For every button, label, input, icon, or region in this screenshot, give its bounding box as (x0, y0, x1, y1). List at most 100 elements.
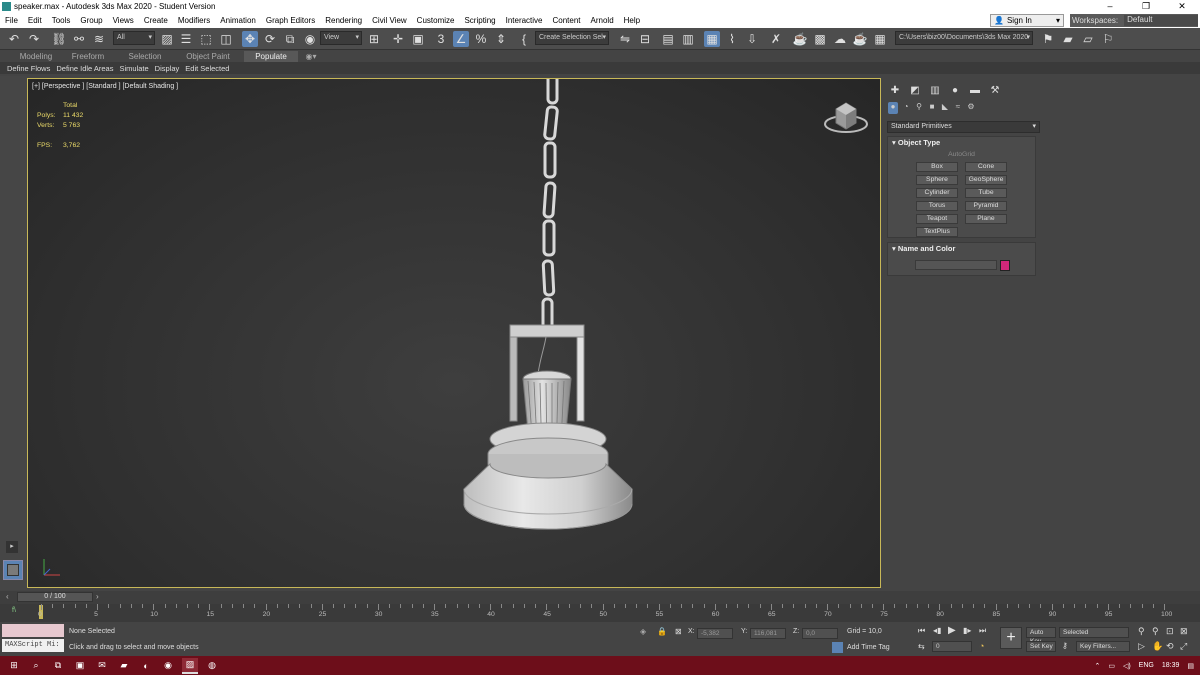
create-tab-icon[interactable]: ✚ (888, 84, 902, 98)
redo-icon[interactable]: ↷ (26, 31, 42, 47)
link-icon[interactable]: ⛓ (51, 31, 67, 47)
menu-rendering[interactable]: Rendering (320, 16, 367, 25)
task-view-icon[interactable]: ⧉ (50, 658, 66, 674)
sphere-button[interactable]: Sphere (916, 175, 958, 185)
previous-frame-icon[interactable]: ◂▮ (933, 626, 941, 635)
set-key-big-button[interactable]: + (1000, 627, 1022, 649)
open-folder-icon[interactable]: ▰ (1060, 31, 1076, 47)
menu-graph-editors[interactable]: Graph Editors (261, 16, 320, 25)
menu-arnold[interactable]: Arnold (586, 16, 619, 25)
menu-file[interactable]: File (0, 16, 23, 25)
maxscript-mini-listener[interactable]: MAXScript Mi: (2, 639, 64, 652)
pyramid-button[interactable]: Pyramid (965, 201, 1007, 211)
menu-edit[interactable]: Edit (23, 16, 47, 25)
sign-in-dropdown[interactable]: 👤 Sign In ▾ (990, 14, 1064, 27)
current-frame-field[interactable]: 0 (932, 641, 972, 652)
viewport-label[interactable]: [+] [Perspective ] [Standard ] [Default … (32, 83, 178, 90)
menu-civil-view[interactable]: Civil View (367, 16, 412, 25)
lamp-model[interactable] (448, 79, 648, 549)
object-type-title[interactable]: Object Type (888, 137, 1035, 149)
menu-views[interactable]: Views (108, 16, 139, 25)
rectangular-selection-icon[interactable]: ⬚ (198, 31, 214, 47)
render-online-icon[interactable]: ▦ (872, 31, 888, 47)
torus-button[interactable]: Torus (916, 201, 958, 211)
language-indicator[interactable]: ENG (1139, 662, 1154, 669)
key-mode-toggle-icon[interactable]: ⚷ (1062, 641, 1068, 650)
geosphere-button[interactable]: GeoSphere (965, 175, 1007, 185)
reference-coordinate-dropdown[interactable]: View (320, 31, 362, 45)
ribbon-toggle-icon[interactable]: ▦ (704, 31, 720, 47)
mini-curve-editor-icon[interactable]: f\ (12, 607, 16, 614)
utilities-tab-icon[interactable]: ⚒ (988, 84, 1002, 98)
edit-selected-button[interactable]: Edit Selected (185, 64, 229, 73)
time-slider-thumb[interactable]: 0 / 100 (17, 592, 93, 602)
notifications-icon[interactable]: ▤ (1187, 662, 1194, 670)
select-and-rotate-icon[interactable]: ⟳ (262, 31, 278, 47)
pivot-center-icon[interactable]: ⊞ (366, 31, 382, 47)
hierarchy-tab-icon[interactable]: ▥ (928, 84, 942, 98)
unlink-icon[interactable]: ⚯ (71, 31, 87, 47)
zoom-extents-icon[interactable]: ⊡ (1166, 626, 1174, 637)
time-config-icon[interactable]: ◔ (979, 641, 984, 651)
define-flows-button[interactable]: Define Flows (7, 64, 50, 73)
workspace-selector[interactable]: Workspaces: Default (1070, 14, 1198, 27)
isolate-selection-icon[interactable]: ◈ (640, 627, 646, 636)
next-frame-button-icon[interactable]: ▮▸ (963, 626, 971, 635)
modify-tab-icon[interactable]: ◩ (908, 84, 922, 98)
lights-icon[interactable]: ⚲ (914, 102, 924, 114)
next-frame-icon[interactable]: › (96, 592, 99, 601)
snaps-toggle-icon[interactable]: 3 (433, 31, 449, 47)
perspective-viewport[interactable]: [+] [Perspective ] [Standard ] [Default … (27, 78, 881, 588)
window-crossing-icon[interactable]: ◫ (218, 31, 234, 47)
steam-icon[interactable]: ◐ (138, 658, 154, 674)
primitives-dropdown[interactable]: Standard Primitives (887, 121, 1040, 133)
key-filter-selection-dropdown[interactable]: Selected (1059, 627, 1129, 638)
geometry-icon[interactable]: ● (888, 102, 898, 114)
ribbon-options-icon[interactable]: ◉▾ (302, 51, 320, 62)
shapes-icon[interactable]: ◔ (901, 102, 911, 114)
align-icon[interactable]: ⊟ (637, 31, 653, 47)
close-button[interactable]: ✕ (1164, 0, 1200, 13)
menu-group[interactable]: Group (75, 16, 107, 25)
selection-lock-icon[interactable]: 🔒 (657, 627, 667, 636)
search-icon[interactable]: ⌕ (28, 658, 44, 674)
set-key-button[interactable]: Set Key (1026, 641, 1056, 652)
menu-modifiers[interactable]: Modifiers (173, 16, 215, 25)
folder-icon[interactable]: ▱ (1080, 31, 1096, 47)
teapot-button[interactable]: Teapot (916, 214, 958, 224)
go-to-start-icon[interactable]: ⏮ (918, 626, 925, 636)
zoom-extents-all-icon[interactable]: ⊠ (1180, 626, 1188, 637)
menu-scripting[interactable]: Scripting (459, 16, 500, 25)
3ds-max-taskbar-icon[interactable]: ▨ (182, 657, 198, 674)
x-coordinate-field[interactable]: -5,382 (697, 628, 733, 639)
chrome-icon[interactable]: ◉ (160, 658, 176, 674)
render-icon[interactable]: ☁ (832, 31, 848, 47)
tab-freeform[interactable]: Freeform (64, 51, 112, 62)
percent-snap-icon[interactable]: % (473, 31, 489, 47)
undo-icon[interactable]: ↶ (6, 31, 22, 47)
menu-help[interactable]: Help (619, 16, 645, 25)
viewcube-icon[interactable] (822, 97, 870, 137)
select-and-place-icon[interactable]: ◉ (302, 31, 318, 47)
motion-tab-icon[interactable]: ● (948, 84, 962, 98)
tab-modeling[interactable]: Modeling (10, 51, 62, 62)
mirror-icon[interactable]: ⇋ (617, 31, 633, 47)
maxscript-listener-pink[interactable] (2, 624, 64, 637)
define-idle-areas-button[interactable]: Define Idle Areas (56, 64, 113, 73)
menu-content[interactable]: Content (548, 16, 586, 25)
textplus-button[interactable]: TextPlus (916, 227, 958, 237)
prev-frame-icon[interactable]: ‹ (6, 592, 9, 601)
clock[interactable]: 18:39 (1162, 662, 1180, 669)
tube-button[interactable]: Tube (965, 188, 1007, 198)
plane-button[interactable]: Plane (965, 214, 1007, 224)
selection-filter-dropdown[interactable]: All (113, 31, 155, 45)
tab-object-paint[interactable]: Object Paint (178, 51, 238, 62)
name-and-color-title[interactable]: Name and Color (888, 243, 1035, 255)
mail-icon[interactable]: ✉ (94, 658, 110, 674)
store-icon[interactable]: ▣ (72, 658, 88, 674)
select-object-icon[interactable]: ▨ (159, 31, 175, 47)
project-folder-dropdown[interactable]: C:\Users\biz00\Documents\3ds Max 2020 (895, 31, 1033, 45)
select-by-name-icon[interactable]: ☰ (178, 31, 194, 47)
unreal-icon[interactable]: ◍ (204, 658, 220, 674)
menu-customize[interactable]: Customize (412, 16, 460, 25)
